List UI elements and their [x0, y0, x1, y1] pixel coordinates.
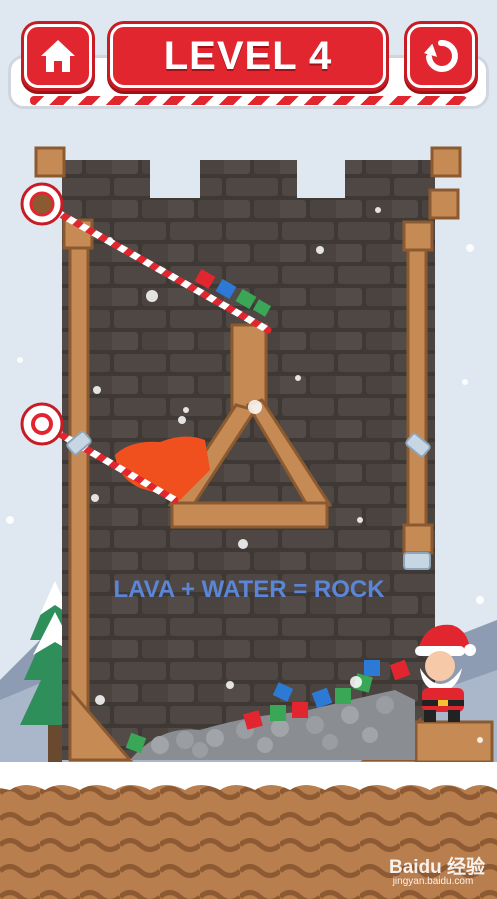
ice-block — [403, 552, 431, 570]
watermark-url: jingyan.baidu.com — [392, 876, 474, 887]
hint-text: LAVA + WATER = ROCK — [113, 576, 385, 603]
snow-cover — [0, 762, 497, 790]
game-scene — [0, 0, 497, 899]
level-title: LEVEL 4 — [110, 24, 386, 88]
restart-button[interactable] — [407, 24, 475, 88]
candy-stripe-decoration — [30, 96, 467, 105]
home-icon — [41, 40, 75, 72]
restart-icon — [424, 39, 458, 72]
home-button[interactable] — [24, 24, 92, 88]
top-bar: LEVEL 4 — [0, 0, 497, 120]
level-title-text: LEVEL 4 — [163, 33, 333, 78]
watermark-logo: Baidu 经验 — [388, 857, 486, 878]
